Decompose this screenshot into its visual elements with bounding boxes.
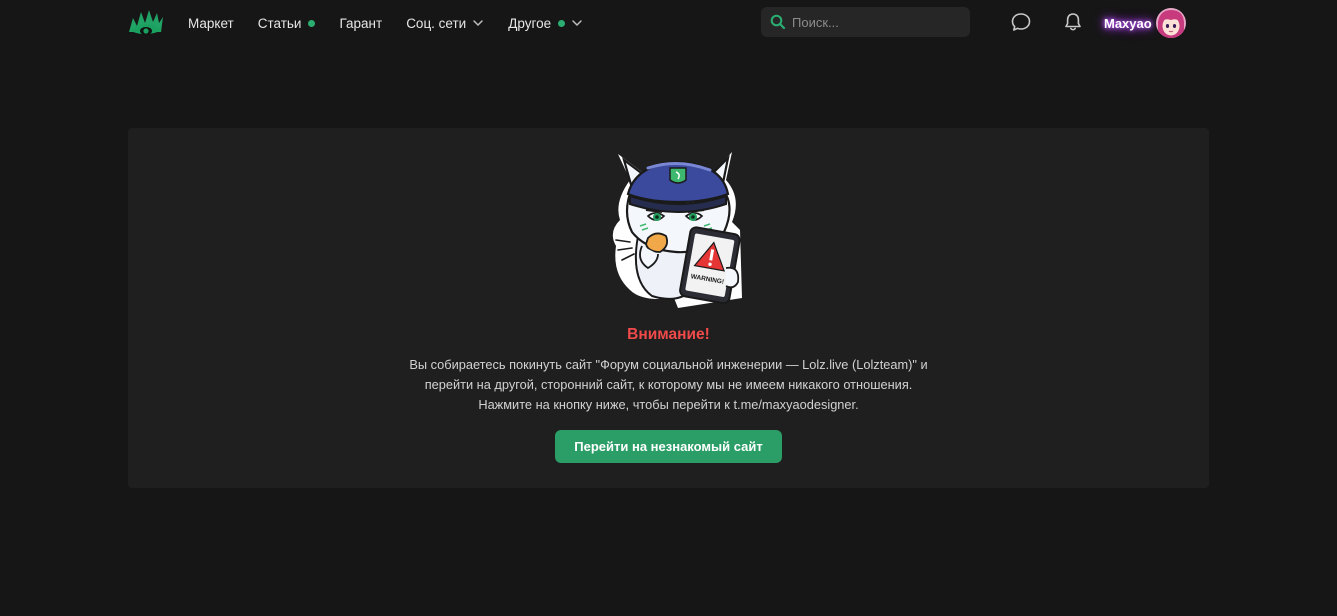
external-link-warning-panel: WARNING! Внимание! Вы собираетесь покину… [128, 128, 1209, 488]
search-box[interactable] [761, 7, 970, 37]
nav-label: Статьи [257, 15, 302, 31]
nav-label: Другое [508, 15, 552, 31]
top-navigation-bar: Маркет Статьи Гарант Соц. сети Другое По… [0, 0, 1337, 46]
nav-label: Гарант [339, 15, 383, 31]
proceed-to-external-site-button[interactable]: Перейти на незнакомый сайт [555, 430, 782, 463]
warning-message: Вы собираетесь покинуть сайт "Форум соци… [128, 355, 1209, 415]
warning-title: Внимание! [627, 326, 710, 343]
bell-icon[interactable] [1062, 11, 1084, 33]
logo-eye-icon[interactable] [128, 6, 164, 38]
chevron-down-icon [473, 20, 483, 27]
cat-police-warning-sticker: WARNING! [612, 152, 742, 308]
nav-label: Маркет [188, 15, 234, 31]
new-indicator-dot [558, 19, 566, 27]
chevron-down-icon [572, 20, 582, 27]
search-icon [770, 14, 786, 30]
nav-item-other[interactable]: Другое [508, 16, 583, 31]
main-nav: Маркет Статьи Гарант Соц. сети Другое [188, 0, 607, 46]
nav-label: Соц. сети [406, 15, 467, 31]
nav-item-guarantor[interactable]: Гарант [339, 16, 382, 31]
user-menu[interactable]: Maxyao [1104, 7, 1186, 39]
warning-message-line: перейти на другой, сторонний сайт, к кот… [424, 377, 913, 392]
avatar[interactable] [1155, 8, 1186, 38]
nav-item-market[interactable]: Маркет [188, 16, 234, 31]
new-indicator-dot [308, 19, 316, 27]
username[interactable]: Maxyao [1104, 16, 1152, 31]
chat-bubble-icon[interactable] [1010, 11, 1032, 33]
avatar-image [1155, 8, 1186, 38]
search-input[interactable] [792, 14, 952, 30]
warning-message-line: Вы собираетесь покинуть сайт "Форум соци… [409, 357, 928, 372]
nav-item-articles[interactable]: Статьи [258, 16, 316, 31]
warning-message-line: Нажмите на кнопку ниже, чтобы перейти к … [478, 397, 859, 412]
nav-item-social[interactable]: Соц. сети [406, 16, 484, 31]
